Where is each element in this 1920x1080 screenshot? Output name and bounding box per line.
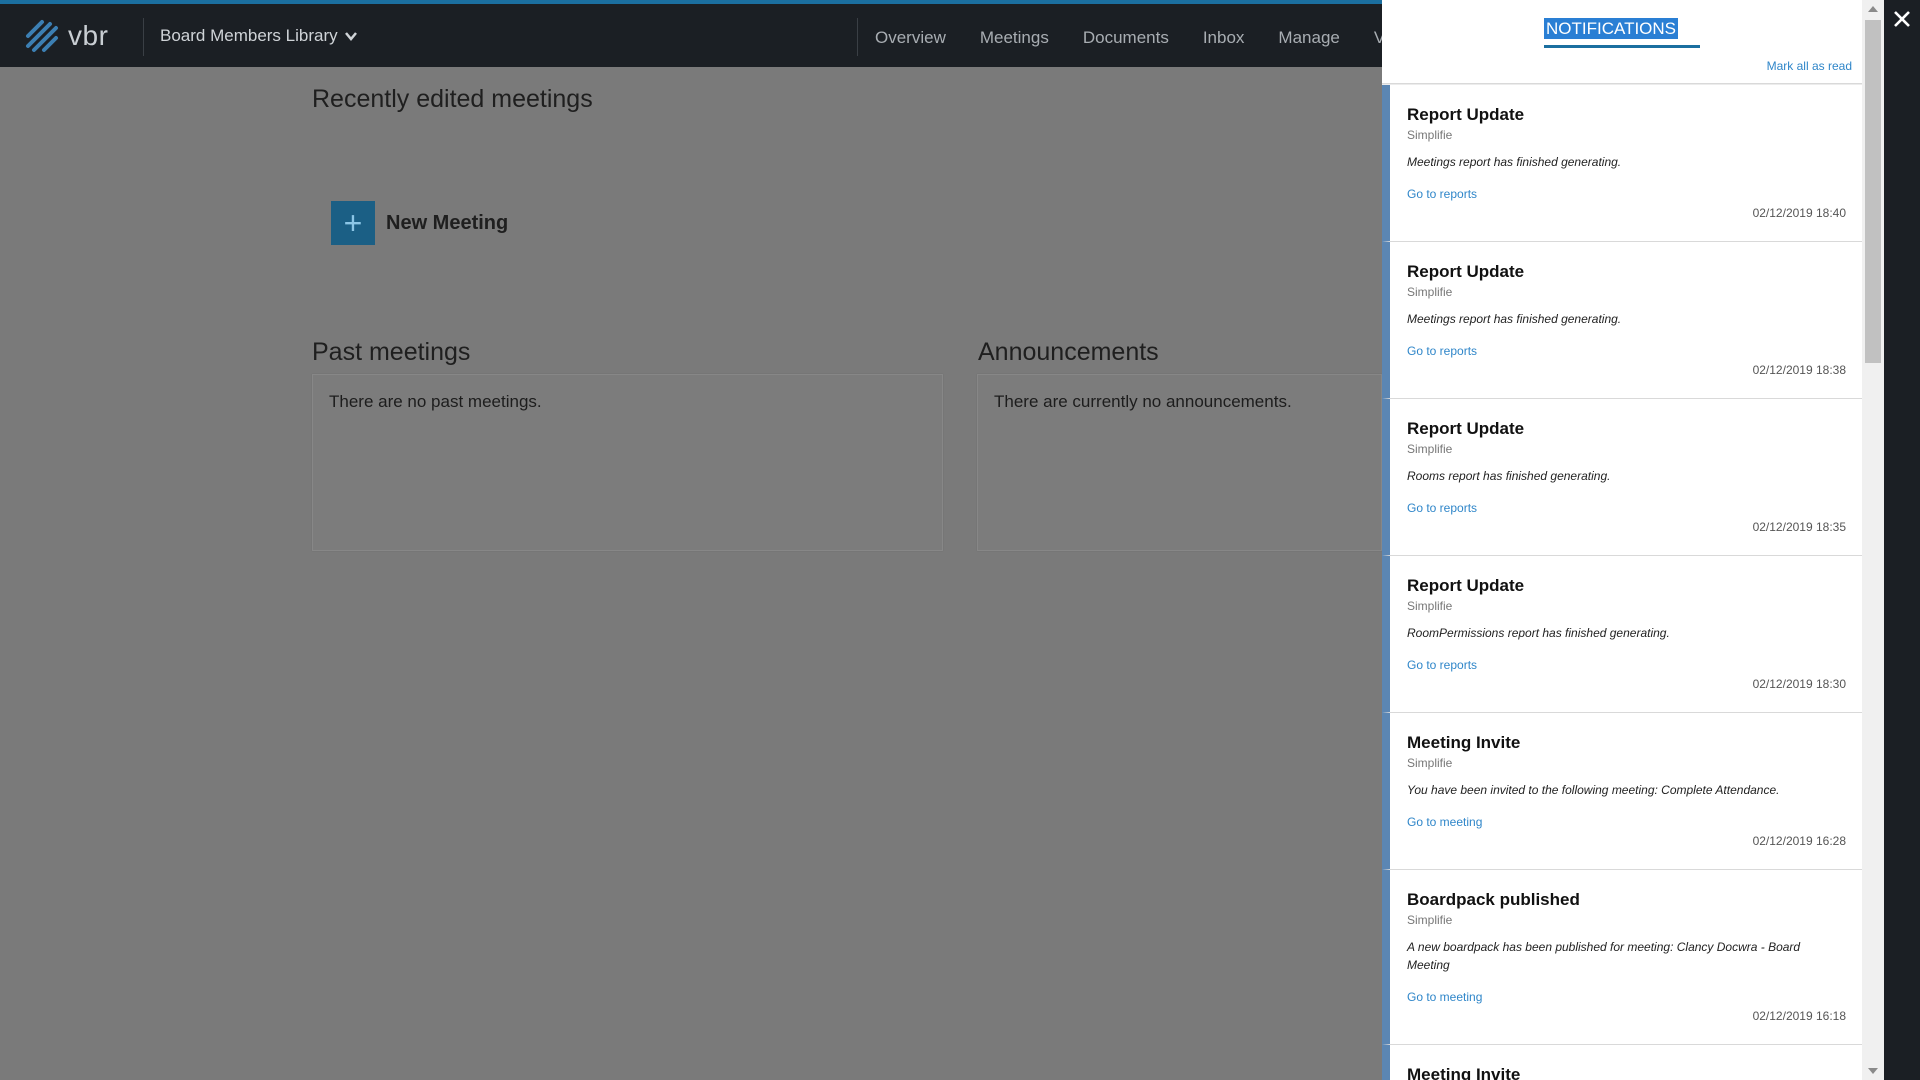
app-logo[interactable]: vbr — [22, 16, 108, 56]
notification-time: 02/12/2019 18:40 — [1752, 206, 1846, 220]
library-label: Board Members Library — [160, 26, 338, 45]
notification-message: Rooms report has finished generating. — [1407, 469, 1611, 483]
notification-title: Meeting Invite — [1407, 733, 1521, 752]
plus-icon: + — [331, 201, 375, 245]
notification-time: 02/12/2019 16:18 — [1752, 1009, 1846, 1023]
notifications-scrollbar[interactable] — [1862, 0, 1884, 1080]
notification-link[interactable]: Go to reports — [1407, 344, 1846, 359]
notification-time: 02/12/2019 18:30 — [1752, 677, 1846, 691]
notification-source: Simplifie — [1407, 285, 1453, 299]
notification-source: Simplifie — [1407, 128, 1453, 142]
notifications-header: NOTIFICATIONS Mark all as read — [1382, 0, 1862, 84]
nav-meetings[interactable]: Meetings — [963, 18, 1066, 56]
notification-link[interactable]: Go to meeting — [1407, 990, 1846, 1005]
new-meeting-button[interactable]: + New Meeting — [331, 201, 508, 245]
notification-message: Meetings report has finished generating. — [1407, 312, 1622, 326]
notification-source: Simplifie — [1407, 756, 1453, 770]
notifications-title: NOTIFICATIONS — [1544, 18, 1679, 39]
nav-manage[interactable]: Manage — [1261, 18, 1356, 56]
notification-message: Meetings report has finished generating. — [1407, 155, 1622, 169]
notification-item: Report Update Simplifie Meetings report … — [1382, 242, 1862, 399]
nav-inbox[interactable]: Inbox — [1186, 18, 1262, 56]
title-underline — [1544, 45, 1700, 48]
announcements-empty-text: There are currently no announcements. — [994, 392, 1292, 411]
divider — [143, 18, 144, 56]
mark-all-read-link[interactable]: Mark all as read — [1767, 59, 1852, 73]
notification-title: Boardpack published — [1407, 890, 1580, 909]
library-selector[interactable]: Board Members Library — [160, 26, 358, 46]
panel-close-strip — [1884, 0, 1920, 1080]
notification-link[interactable]: Go to reports — [1407, 501, 1846, 516]
notification-title: Report Update — [1407, 576, 1525, 595]
chevron-down-icon — [344, 32, 357, 41]
notification-link[interactable]: Go to reports — [1407, 658, 1846, 673]
notification-time: 02/12/2019 18:38 — [1752, 363, 1846, 377]
notification-item: Meeting Invite — [1382, 1045, 1862, 1080]
past-meetings-heading: Past meetings — [312, 338, 471, 366]
notification-item: Boardpack published Simplifie A new boar… — [1382, 870, 1862, 1045]
notifications-list: Report Update Simplifie Meetings report … — [1382, 85, 1862, 1080]
scroll-up-arrow-icon[interactable] — [1868, 6, 1878, 12]
notification-time: 02/12/2019 18:35 — [1752, 520, 1846, 534]
notification-link[interactable]: Go to reports — [1407, 187, 1846, 202]
notification-time: 02/12/2019 16:28 — [1752, 834, 1846, 848]
notification-item: Meeting Invite Simplifie You have been i… — [1382, 713, 1862, 870]
notification-title: Meeting Invite — [1407, 1065, 1521, 1080]
notification-item: Report Update Simplifie RoomPermissions … — [1382, 556, 1862, 713]
announcements-heading: Announcements — [978, 338, 1159, 366]
logo-text: vbr — [68, 20, 109, 51]
notification-title: Report Update — [1407, 105, 1525, 124]
notification-message: You have been invited to the following m… — [1407, 783, 1780, 797]
notification-title: Report Update — [1407, 419, 1525, 438]
nav-documents[interactable]: Documents — [1066, 18, 1186, 56]
recent-meetings-heading: Recently edited meetings — [312, 85, 593, 113]
notification-item: Report Update Simplifie Rooms report has… — [1382, 399, 1862, 556]
notification-message: A new boardpack has been published for m… — [1407, 940, 1801, 972]
main-nav: Overview Meetings Documents Inbox Manage… — [858, 18, 1411, 56]
notification-source: Simplifie — [1407, 599, 1453, 613]
notification-item: Report Update Simplifie Meetings report … — [1382, 85, 1862, 242]
close-icon[interactable] — [1891, 8, 1913, 30]
scroll-thumb[interactable] — [1865, 20, 1881, 363]
notification-message: RoomPermissions report has finished gene… — [1407, 626, 1670, 640]
scroll-down-arrow-icon[interactable] — [1868, 1068, 1878, 1074]
notifications-panel: NOTIFICATIONS Mark all as read Report Up… — [1382, 0, 1862, 1080]
notification-title: Report Update — [1407, 262, 1525, 281]
past-meetings-card: There are no past meetings. — [312, 374, 943, 551]
past-meetings-empty-text: There are no past meetings. — [329, 392, 542, 411]
announcements-card: There are currently no announcements. — [977, 374, 1382, 551]
notification-link[interactable]: Go to meeting — [1407, 815, 1846, 830]
vbr-logo-icon — [26, 20, 58, 52]
nav-overview[interactable]: Overview — [858, 18, 963, 56]
new-meeting-label: New Meeting — [386, 211, 509, 234]
main-content: Recently edited meetings + New Meeting P… — [0, 67, 1382, 1080]
notification-source: Simplifie — [1407, 442, 1453, 456]
notification-source: Simplifie — [1407, 913, 1453, 927]
